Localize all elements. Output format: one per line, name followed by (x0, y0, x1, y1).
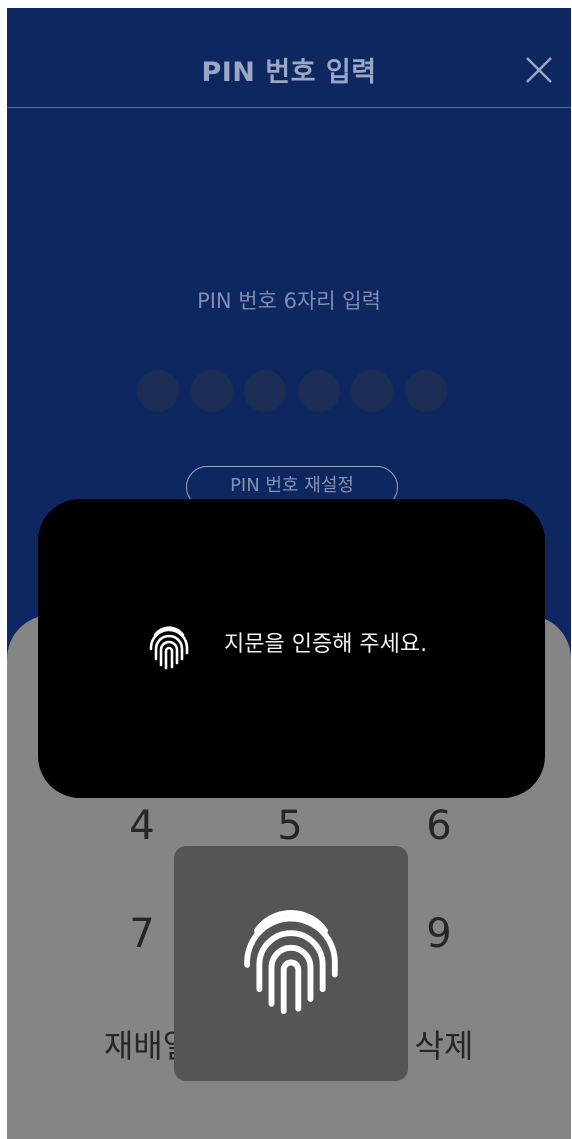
page-title: PIN 번호 입력 (201, 57, 377, 88)
pin-dot (351, 370, 394, 412)
key-4[interactable]: 4 (67, 803, 217, 849)
pin-entry-screen: PIN 번호 입력 PIN 번호 6자리 입력 PIN 번호 재설정 4 5 6… (7, 8, 571, 1139)
fingerprint-message: 지문을 인증해 주세요. (224, 632, 428, 657)
fingerprint-toast: 지문을 인증해 주세요. (38, 499, 545, 798)
header: PIN 번호 입력 (7, 8, 571, 108)
pin-dot (244, 370, 287, 412)
key-6[interactable]: 6 (364, 803, 514, 849)
close-button[interactable] (519, 50, 559, 90)
pin-dot (404, 370, 447, 412)
fingerprint-icon (244, 910, 338, 1015)
pin-dot (190, 370, 233, 412)
pin-dot (137, 370, 179, 412)
pin-dot (297, 370, 340, 412)
close-icon (526, 57, 552, 83)
fingerprint-icon (149, 626, 189, 670)
pin-prompt: PIN 번호 6자리 입력 (197, 289, 381, 313)
pin-dots (137, 370, 447, 412)
key-5[interactable]: 5 (215, 803, 365, 849)
fingerprint-sensor[interactable] (174, 846, 408, 1081)
